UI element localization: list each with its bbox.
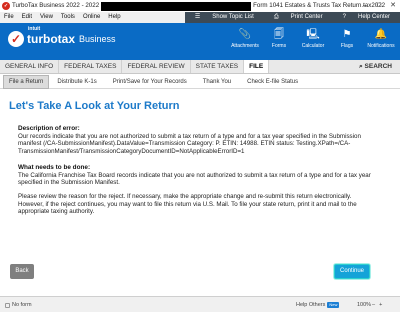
- brand-name: turbotax: [27, 32, 75, 46]
- flags-label: Flags: [340, 43, 354, 49]
- zoom-controls: – +: [372, 297, 382, 312]
- print-center-label: Print Center: [290, 14, 323, 20]
- subtab-print-save[interactable]: Print/Save for Your Records: [105, 76, 195, 88]
- next-steps-section: What needs to be done: The California Fr…: [18, 164, 378, 216]
- brand-edition: Business: [79, 34, 116, 44]
- calculator-icon: 🖳: [306, 29, 320, 40]
- close-button[interactable]: ✕: [386, 0, 400, 12]
- continue-button[interactable]: Continue: [334, 264, 370, 279]
- error-heading: Description of error:: [18, 125, 80, 132]
- notifications-label: Notifications: [367, 43, 395, 49]
- tab-general-info[interactable]: GENERAL INFO: [0, 60, 60, 73]
- maximize-button[interactable]: □: [372, 0, 386, 12]
- menu-view[interactable]: View: [36, 12, 57, 23]
- file-subtabs: File a Return Distribute K-1s Print/Save…: [0, 74, 400, 89]
- tab-file[interactable]: FILE: [244, 60, 270, 73]
- new-badge: New: [327, 302, 340, 308]
- subtab-distribute-k1s[interactable]: Distribute K-1s: [49, 76, 104, 88]
- menu-file[interactable]: File: [0, 12, 18, 23]
- zoom-out-button[interactable]: –: [372, 297, 375, 312]
- header-toolbar: 📎 Attachments 🗐 Forms 🖳 Calculator ⚑ Fla…: [228, 27, 398, 49]
- minimize-button[interactable]: –: [358, 0, 372, 12]
- window-controls: – □ ✕: [358, 0, 400, 12]
- subtab-file-a-return[interactable]: File a Return: [3, 74, 50, 89]
- menu-edit[interactable]: Edit: [18, 12, 36, 23]
- tab-federal-taxes[interactable]: FEDERAL TAXES: [59, 60, 123, 73]
- flag-icon: ⚑: [342, 29, 352, 40]
- bell-icon: 🔔: [374, 29, 388, 40]
- back-button[interactable]: Back: [10, 264, 34, 279]
- form-status: No form: [5, 297, 32, 312]
- checkmark-logo-icon: ✓: [8, 31, 24, 47]
- subtab-check-efile-status[interactable]: Check E-file Status: [239, 76, 306, 88]
- menu-bar: File Edit View Tools Online Help ☰ Show T…: [0, 12, 400, 23]
- tab-state-taxes[interactable]: STATE TAXES: [191, 60, 245, 73]
- print-center-link[interactable]: ⎙ Print Center: [264, 12, 333, 23]
- paperclip-icon: 📎: [238, 29, 252, 40]
- help-icon: ?: [342, 14, 346, 20]
- error-text: Our records indicate that you are not au…: [18, 132, 361, 156]
- attachments-label: Attachments: [231, 43, 259, 49]
- main-content: Let's Take A Look at Your Return Descrip…: [0, 90, 400, 290]
- turbotax-logo: ✓ intuit turbotax Business: [8, 26, 116, 47]
- flags-button[interactable]: ⚑ Flags: [330, 27, 364, 49]
- return-review-content: Description of error: Our records indica…: [18, 125, 378, 224]
- todo-text: The California Franchise Tax Board recor…: [18, 171, 371, 187]
- show-topic-list-link[interactable]: ☰ Show Topic List: [185, 12, 264, 23]
- calculator-label: Calculator: [301, 43, 325, 49]
- forms-button[interactable]: 🗐 Forms: [262, 27, 296, 49]
- help-others-link[interactable]: Help Others New: [296, 297, 340, 312]
- page-title: Let's Take A Look at Your Return: [9, 100, 180, 112]
- main-tabs: GENERAL INFO FEDERAL TAXES FEDERAL REVIE…: [0, 60, 400, 74]
- error-description-section: Description of error: Our records indica…: [18, 125, 378, 156]
- window-title-bar: ✓ TurboTax Business 2022 - 2022 Form 104…: [0, 0, 400, 12]
- search-button[interactable]: ⌕ SEARCH: [351, 60, 400, 74]
- printer-icon: ⎙: [273, 14, 279, 20]
- redacted-filename: [101, 1, 252, 11]
- attachments-button[interactable]: 📎 Attachments: [228, 27, 262, 49]
- notifications-button[interactable]: 🔔 Notifications: [364, 27, 398, 49]
- show-topic-list-label: Show Topic List: [212, 14, 254, 20]
- calculator-button[interactable]: 🖳 Calculator: [296, 27, 330, 49]
- search-label: SEARCH: [364, 63, 392, 70]
- zoom-in-button[interactable]: +: [379, 297, 382, 312]
- app-title: TurboTax Business 2022 - 2022: [12, 2, 100, 9]
- menu-help[interactable]: Help: [104, 12, 124, 23]
- help-center-label: Help Center: [357, 14, 390, 20]
- menu-tools[interactable]: Tools: [57, 12, 79, 23]
- form-status-label: No form: [12, 302, 32, 308]
- review-text: Please review the reason for the reject.…: [18, 192, 357, 216]
- help-others-label: Help Others: [296, 302, 326, 308]
- help-center-link[interactable]: ? Help Center: [333, 12, 400, 23]
- forms-icon: 🗐: [274, 29, 284, 40]
- zoom-level: 100%: [357, 302, 372, 308]
- header-quick-links: ☰ Show Topic List ⎙ Print Center ? Help Cen…: [184, 12, 400, 23]
- brand-header: ✓ intuit turbotax Business 📎 Attachments…: [0, 23, 400, 60]
- turbotax-app-icon: ✓: [2, 2, 10, 10]
- todo-heading: What needs to be done:: [18, 163, 91, 171]
- subtab-thank-you[interactable]: Thank You: [195, 76, 239, 88]
- forms-label: Forms: [271, 43, 287, 49]
- intuit-wordmark: intuit: [28, 26, 41, 32]
- tab-federal-review[interactable]: FEDERAL REVIEW: [122, 60, 191, 73]
- menu-online[interactable]: Online: [79, 12, 104, 23]
- list-icon: ☰: [194, 14, 201, 20]
- form-status-icon: [5, 302, 10, 308]
- status-bar: No form Help Others New 100% – +: [0, 296, 400, 312]
